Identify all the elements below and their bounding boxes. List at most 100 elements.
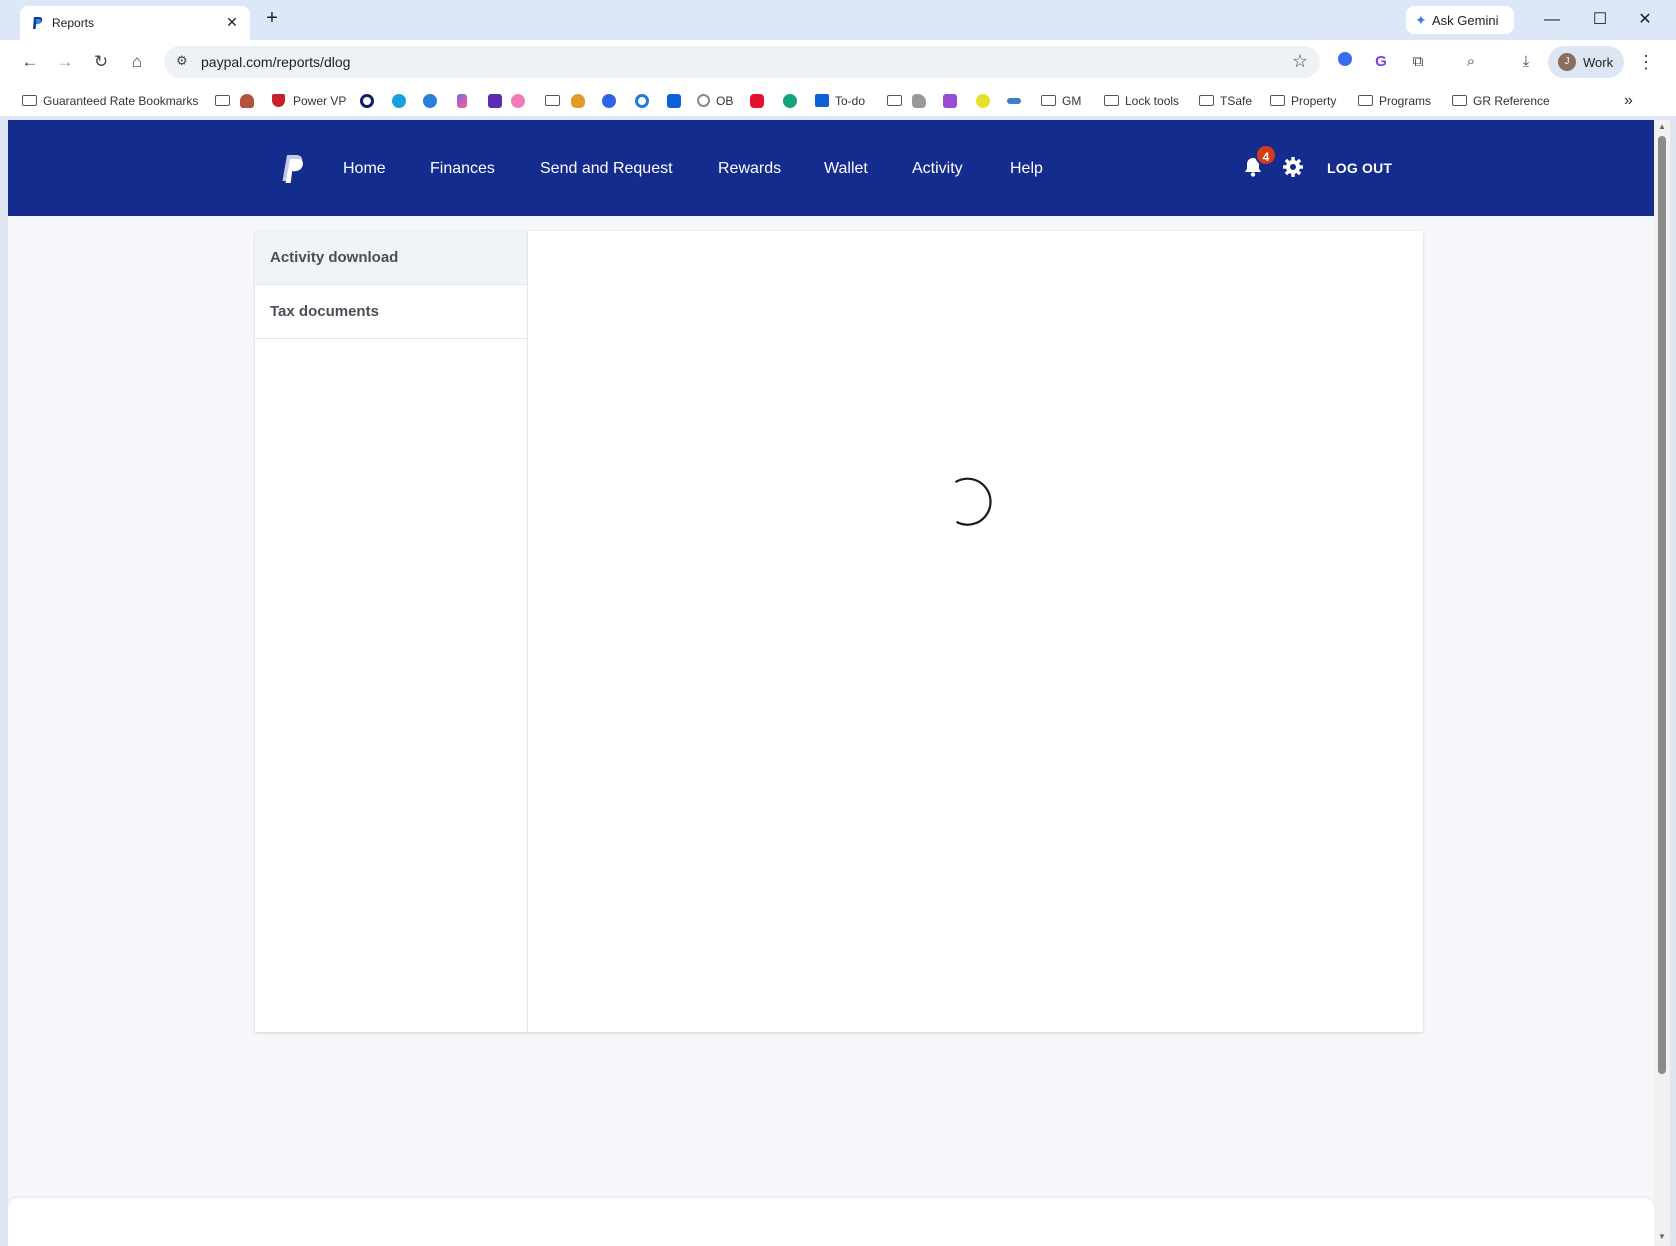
profile-name: Work <box>1583 55 1614 70</box>
ob-icon <box>697 94 710 107</box>
avatar: J <box>1558 53 1576 71</box>
bookmark-folder-3[interactable] <box>887 92 908 110</box>
paypal-header: Home Finances Send and Request Rewards W… <box>8 120 1654 216</box>
bookmark-lock-tools[interactable]: Lock tools <box>1104 92 1179 110</box>
url-text[interactable]: paypal.com/reports/dlog <box>201 54 350 70</box>
bookmark-to-do[interactable]: To-do <box>815 92 865 110</box>
nav-wallet[interactable]: Wallet <box>824 160 868 178</box>
home-icon[interactable]: ⌂ <box>125 50 149 74</box>
ask-gemini-label: Ask Gemini <box>1432 13 1499 28</box>
notification-badge: 4 <box>1255 144 1277 166</box>
box-icon <box>815 94 829 107</box>
reports-sidebar: Activity download Tax documents <box>255 231 528 1032</box>
close-tab-icon[interactable]: ✕ <box>224 14 240 30</box>
page-scrollbar[interactable]: ▲ ▼ <box>1654 120 1670 1246</box>
quo-icon[interactable] <box>976 94 990 108</box>
folder-icon <box>215 95 230 106</box>
maximize-button[interactable]: ☐ <box>1588 8 1612 32</box>
page-viewport: Home Finances Send and Request Rewards W… <box>8 120 1654 1246</box>
bird-icon[interactable] <box>1007 98 1021 104</box>
download-icon[interactable]: ⤓ <box>1516 52 1536 72</box>
folder-icon <box>1270 95 1285 106</box>
ask-gemini-button[interactable]: ✦ Ask Gemini <box>1406 6 1514 34</box>
sidebar-item-label: Tax documents <box>270 303 379 320</box>
bookmark-star-icon[interactable]: ☆ <box>1292 51 1308 72</box>
onedrive-cloud-icon[interactable] <box>423 94 437 108</box>
bookmark-property[interactable]: Property <box>1270 92 1336 110</box>
folder-icon <box>1358 95 1373 106</box>
minimize-button[interactable]: — <box>1540 8 1564 32</box>
nav-send-and-request[interactable]: Send and Request <box>540 160 673 178</box>
bookmark-tsafe[interactable]: TSafe <box>1199 92 1252 110</box>
hi-icon[interactable] <box>943 94 957 108</box>
tab-search-icon[interactable]: ⌕ <box>1461 52 1481 72</box>
list-icon[interactable] <box>488 94 502 108</box>
scroll-down-icon[interactable]: ▼ <box>1657 1232 1667 1241</box>
target-icon[interactable] <box>635 94 649 108</box>
grammarly-extension-icon[interactable]: G <box>1371 52 1391 72</box>
extensions-puzzle-icon[interactable]: ⧉ <box>1408 52 1428 72</box>
folder-icon <box>1041 95 1056 106</box>
scrollbar-thumb[interactable] <box>1658 136 1666 1074</box>
bookmark-folder-2[interactable] <box>545 92 566 110</box>
gear-icon[interactable] <box>1282 156 1304 178</box>
loading-spinner-icon <box>954 477 992 526</box>
close-window-button[interactable]: ✕ <box>1633 8 1657 32</box>
bookmark-folder[interactable] <box>215 92 236 110</box>
tab-strip: Reports ✕ + ✦ Ask Gemini — ☐ ✕ <box>0 0 1676 40</box>
bookmark-programs[interactable]: Programs <box>1358 92 1431 110</box>
bookmark-gm[interactable]: GM <box>1041 92 1081 110</box>
site-info-icon[interactable]: ⚙ <box>176 53 188 69</box>
profile-chip[interactable]: J Work <box>1548 46 1624 78</box>
youtube-icon[interactable] <box>750 94 764 108</box>
blue-circle-icon[interactable] <box>602 94 616 108</box>
red-shield-icon <box>272 94 285 107</box>
clickup-icon[interactable] <box>457 94 467 108</box>
bookmark-power-vp[interactable]: Power VP <box>272 92 346 110</box>
bookmarks-overflow-icon[interactable]: » <box>1624 92 1633 110</box>
folder-icon <box>1452 95 1467 106</box>
folder-icon <box>1199 95 1214 106</box>
nav-activity[interactable]: Activity <box>912 160 963 178</box>
nav-help[interactable]: Help <box>1010 160 1043 178</box>
browser-tab[interactable]: Reports ✕ <box>20 6 250 40</box>
salesforce-cloud-icon[interactable] <box>392 94 406 108</box>
bookmark-gr-reference[interactable]: GR Reference <box>1452 92 1550 110</box>
nav-finances[interactable]: Finances <box>430 160 495 178</box>
bottom-panel <box>8 1198 1654 1246</box>
bookmarks-bar: Guaranteed Rate Bookmarks Power VP OB To… <box>0 84 1676 116</box>
box-notify-icon[interactable] <box>667 94 681 108</box>
reports-card: Activity download Tax documents <box>255 231 1423 1032</box>
folder-icon <box>545 95 560 106</box>
logout-link[interactable]: LOG OUT <box>1327 160 1392 176</box>
back-icon[interactable]: ← <box>18 50 42 74</box>
folder-icon <box>1104 95 1119 106</box>
sidebar-item-tax-documents[interactable]: Tax documents <box>255 285 527 339</box>
blue-dot-extension-icon[interactable] <box>1335 52 1355 72</box>
folder-icon <box>887 95 902 106</box>
bookmark-ob[interactable]: OB <box>697 92 733 110</box>
scroll-up-icon[interactable]: ▲ <box>1657 122 1667 131</box>
sidebar-item-activity-download[interactable]: Activity download <box>255 231 527 285</box>
money-bag-icon[interactable] <box>571 94 585 108</box>
nav-home[interactable]: Home <box>343 160 386 178</box>
paypal-logo-icon[interactable] <box>280 154 306 184</box>
grammarly-icon[interactable] <box>783 94 797 108</box>
hand-icon[interactable] <box>912 94 926 108</box>
forward-icon[interactable]: → <box>53 50 77 74</box>
address-bar[interactable]: ⚙ paypal.com/reports/dlog ☆ <box>164 46 1320 78</box>
gemini-sparkle-icon: ✦ <box>1415 12 1427 28</box>
browser-toolbar: ← → ↻ ⌂ ⚙ paypal.com/reports/dlog ☆ G ⧉ … <box>0 40 1676 84</box>
new-tab-button[interactable]: + <box>262 8 282 28</box>
tab-title: Reports <box>52 16 95 30</box>
nav-rewards[interactable]: Rewards <box>718 160 781 178</box>
sidebar-item-label: Activity download <box>270 249 399 266</box>
managed-folder-icon <box>22 95 37 106</box>
browser-menu-icon[interactable]: ⋮ <box>1636 50 1656 74</box>
paypal-favicon-icon <box>33 17 43 29</box>
reload-icon[interactable]: ↻ <box>89 50 113 74</box>
bookmark-guaranteed-rate[interactable]: Guaranteed Rate Bookmarks <box>22 92 198 110</box>
red-poop-icon[interactable] <box>240 94 254 108</box>
ring-icon[interactable] <box>360 94 374 108</box>
pink-bubble-icon[interactable] <box>511 94 525 108</box>
